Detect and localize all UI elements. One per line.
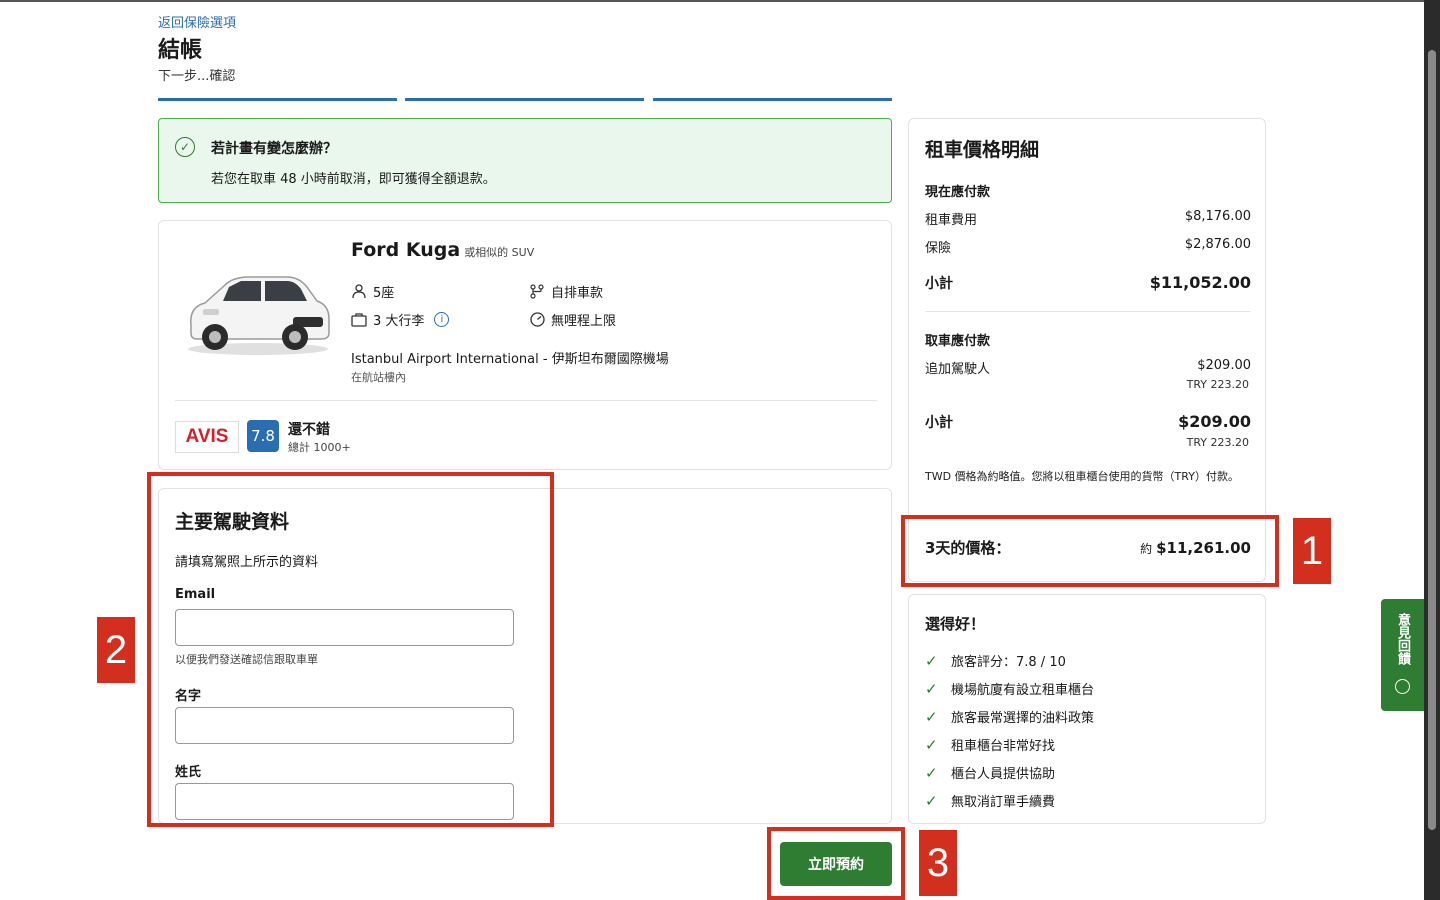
seats-label: 5座: [373, 286, 395, 301]
feature-transmission: 自排車款: [529, 282, 603, 301]
mileage-label: 無哩程上限: [551, 314, 617, 329]
luggage-icon: [351, 312, 367, 328]
notice-text: 若您在取車 48 小時前取消，即可獲得全額退款。: [211, 172, 496, 187]
progress-step-3: [653, 98, 892, 101]
feature-seats: 5座: [351, 282, 394, 301]
good-choice-text: 旅客最常選擇的油料政策: [951, 711, 1095, 726]
extra-driver-label: 追加駕駛人: [925, 362, 991, 377]
subtotal-now-label: 小計: [925, 276, 953, 292]
speedometer-icon: [529, 312, 545, 328]
subtotal-pickup-amount: $209.00: [1178, 412, 1251, 431]
check-icon: ✓: [925, 651, 938, 670]
extra-driver-amount: $209.00: [1197, 358, 1251, 373]
rating-badge: 7.8: [247, 420, 279, 452]
car-image: [188, 276, 330, 355]
transmission-label: 自排車款: [551, 286, 604, 301]
cancellation-notice: ✓ 若計畫有變怎麼辦？ 若您在取車 48 小時前取消，即可獲得全額退款。: [158, 118, 892, 203]
check-icon: ✓: [925, 707, 938, 726]
insurance-row: 保險 $2,876.00: [925, 237, 1251, 256]
rental-fee-row: 租車費用 $8,176.00: [925, 209, 1251, 228]
good-choice-item: ✓ 機場航廈有設立租車櫃台: [925, 679, 1095, 699]
pickup-location-detail: 在航站樓內: [351, 371, 406, 384]
page-subtitle: 下一步...確認: [158, 69, 236, 84]
progress-step-2: [405, 98, 644, 101]
car-card-divider: [175, 400, 877, 401]
scrollbar-thumb[interactable]: [1428, 50, 1436, 830]
chat-bubble-icon: [1395, 679, 1410, 694]
page-title: 結帳: [158, 38, 203, 63]
check-icon: ✓: [925, 791, 938, 810]
good-choice-text: 無取消訂單手續費: [951, 795, 1056, 810]
good-choice-text: 旅客評分：7.8 / 10: [951, 655, 1066, 670]
subtotal-pickup-label: 小計: [925, 415, 953, 431]
good-choice-text: 櫃台人員提供協助: [951, 767, 1056, 782]
good-choice-item: ✓ 旅客評分：7.8 / 10: [925, 651, 1066, 671]
rating-label: 還不錯: [288, 422, 330, 438]
annotation-label-1: 1: [1293, 518, 1331, 584]
good-choice-item: ✓ 旅客最常選擇的油料政策: [925, 707, 1095, 727]
check-circle-icon: ✓: [175, 137, 195, 157]
subtotal-pickup-row: 小計 $209.00: [925, 412, 1251, 432]
progress-step-1: [158, 98, 397, 101]
scrollbar[interactable]: [1424, 0, 1440, 900]
car-similar: 或相似的 SUV: [464, 246, 535, 259]
pickup-location: Istanbul Airport International - 伊斯坦布爾國際…: [351, 352, 669, 367]
annotation-box-1: [901, 515, 1279, 587]
good-choice-card: 選得好！ ✓ 旅客評分：7.8 / 10 ✓ 機場航廈有設立租車櫃台 ✓ 旅客最常選擇…: [908, 594, 1266, 824]
supplier-logo: AVIS: [175, 421, 239, 453]
annotation-label-2: 2: [97, 617, 135, 683]
pay-at-pickup-heading: 取車應付款: [925, 334, 991, 349]
good-choice-item: ✓ 無取消訂單手續費: [925, 791, 1056, 811]
back-to-insurance-link[interactable]: 返回保險選項: [158, 12, 236, 31]
good-choice-title: 選得好！: [925, 615, 986, 633]
rental-fee-label: 租車費用: [925, 213, 978, 228]
car-name: Ford Kuga: [351, 239, 461, 261]
check-icon: ✓: [925, 763, 938, 782]
feedback-label: 意見回饋: [1395, 613, 1410, 665]
pay-now-heading: 現在應付款: [925, 185, 991, 200]
annotation-box-3: [767, 827, 905, 900]
currency-note: TWD 價格為約略值。您將以租車櫃台使用的貨幣（TRY）付款。: [925, 470, 1239, 483]
price-title: 租車價格明細: [925, 139, 1040, 161]
feature-mileage: 無哩程上限: [529, 310, 616, 329]
rental-fee-amount: $8,176.00: [1184, 209, 1251, 224]
subtotal-now-row: 小計 $11,052.00: [925, 273, 1251, 293]
check-icon: ✓: [925, 679, 938, 698]
check-icon: ✓: [925, 735, 938, 754]
annotation-box-2: [147, 472, 554, 827]
feature-bags: 3 大行李 i: [351, 310, 450, 329]
good-choice-text: 機場航廈有設立租車櫃台: [951, 683, 1095, 698]
subtotal-pickup-try: TRY 223.20: [1186, 436, 1249, 449]
rating-count: 總計 1000+: [288, 441, 351, 454]
notice-title: 若計畫有變怎麼辦？: [211, 141, 337, 157]
person-icon: [351, 284, 367, 300]
car-card: Ford Kuga 或相似的 SUV 5座 3 大行李 i 自排車款 無哩程上限 …: [158, 220, 892, 470]
car-title: Ford Kuga 或相似的 SUV: [351, 239, 534, 261]
insurance-amount: $2,876.00: [1184, 237, 1251, 252]
info-icon[interactable]: i: [434, 312, 450, 327]
feedback-tab[interactable]: 意見回饋: [1381, 599, 1425, 711]
bags-label: 3 大行李: [373, 314, 425, 329]
good-choice-item: ✓ 租車櫃台非常好找: [925, 735, 1056, 755]
gearshift-icon: [529, 284, 545, 300]
price-breakdown: 租車價格明細 現在應付款 租車費用 $8,176.00 保險 $2,876.00…: [908, 118, 1266, 582]
insurance-label: 保險: [925, 241, 952, 256]
extra-driver-try: TRY 223.20: [1186, 378, 1249, 391]
good-choice-text: 租車櫃台非常好找: [951, 739, 1056, 754]
extra-driver-row: 追加駕駛人 $209.00: [925, 358, 1251, 377]
top-border: [0, 0, 1440, 2]
subtotal-now-amount: $11,052.00: [1149, 273, 1251, 292]
price-divider: [925, 311, 1251, 312]
good-choice-item: ✓ 櫃台人員提供協助: [925, 763, 1056, 783]
annotation-label-3: 3: [919, 830, 957, 896]
